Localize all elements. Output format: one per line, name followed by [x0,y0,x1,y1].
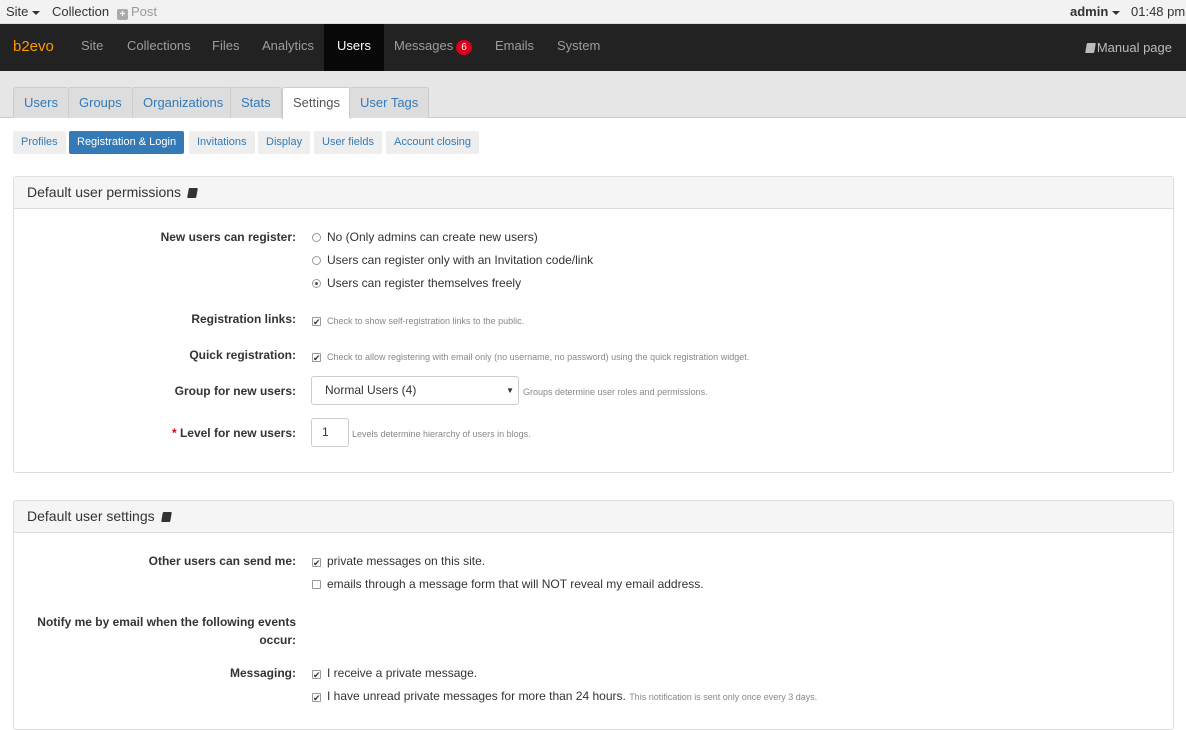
chevron-down-icon [32,10,41,15]
radio-label: No (Only admins can create new users) [327,230,538,244]
level-input[interactable]: 1 [311,418,349,447]
quick-registration-option[interactable]: ✔ Check to allow registering with email o… [312,349,749,363]
register-option-free[interactable]: Users can register themselves freely [312,276,521,290]
tab-user-tags[interactable]: User Tags [349,87,430,118]
notify-label-line1: Notify me by email when the following ev… [37,615,296,629]
subtab-user-fields[interactable]: User fields [314,131,382,154]
default-user-permissions-panel: Default user permissions New users can r… [13,176,1174,473]
nav-system[interactable]: System [544,24,613,71]
option-label: I receive a private message. [327,666,478,680]
nav-files[interactable]: Files [199,24,252,71]
subtab-registration-login[interactable]: Registration & Login [69,131,185,154]
nav-users[interactable]: Users [324,24,384,71]
clock: 01:48 pm [1131,4,1186,19]
private-message-notify-option[interactable]: ✔ I receive a private message. [312,666,477,680]
tab-groups[interactable]: Groups [68,87,133,118]
nav-messages[interactable]: Messages 6 [381,24,485,71]
other-users-send-label: Other users can send me: [148,554,296,568]
book-icon [1084,43,1096,53]
private-messages-option[interactable]: ✔ private messages on this site. [312,554,485,568]
nav-site[interactable]: Site [68,24,116,71]
site-menu[interactable]: Site [6,4,41,19]
subtab-account-closing[interactable]: Account closing [386,131,480,154]
book-icon[interactable] [187,188,198,198]
register-option-invitation[interactable]: Users can register only with an Invitati… [312,253,593,267]
new-users-register-label: New users can register: [160,230,296,244]
notify-label: Notify me by email when the following ev… [37,613,296,649]
option-label: I have unread private messages for more … [327,689,626,703]
register-option-no[interactable]: No (Only admins can create new users) [312,230,538,244]
nav-messages-label: Messages [394,38,454,53]
option-label: private messages on this site. [327,554,486,568]
site-menu-label: Site [6,4,29,19]
quick-registration-label: Quick registration: [189,348,296,362]
option-label: emails through a message form that will … [327,577,704,591]
messaging-label: Messaging: [229,666,296,680]
default-user-settings-panel: Default user settings Other users can se… [13,500,1174,730]
nav-collections[interactable]: Collections [114,24,204,71]
tab-stats[interactable]: Stats [230,87,282,118]
checkbox[interactable] [312,580,321,589]
subtab-invitations[interactable]: Invitations [189,131,255,154]
radio-label: Users can register only with an Invitati… [327,253,594,267]
collection-menu[interactable]: Collection [52,4,109,19]
nav-emails[interactable]: Emails [482,24,547,71]
brand-logo[interactable]: b2evo [13,38,54,55]
radio-button[interactable] [312,233,321,242]
registration-links-option[interactable]: ✔ Check to show self-registration links t… [312,313,524,327]
user-menu-label: admin [1070,4,1109,19]
dropdown-arrow-icon: ▼ [506,386,514,395]
subtab-display[interactable]: Display [258,131,311,154]
checkbox[interactable]: ✔ [312,693,321,703]
tab-organizations[interactable]: Organizations [132,87,235,118]
new-post-label: Post [131,4,158,19]
quick-registration-note: Check to allow registering with email on… [327,352,750,362]
users-tabs: Users Groups Organizations Stats Setting… [0,71,1186,119]
panel-title: Default user settings [14,501,1173,533]
new-post-link[interactable]: + Post [117,4,157,20]
level-label-text: Level for new users: [179,426,296,440]
checkbox[interactable]: ✔ [312,317,321,327]
nav-analytics[interactable]: Analytics [249,24,327,71]
group-select[interactable]: Normal Users (4) ▼ [311,376,519,405]
tab-users[interactable]: Users [13,87,69,118]
level-note: Levels determine hierarchy of users in b… [352,429,531,439]
subtab-profiles[interactable]: Profiles [13,131,66,154]
panel-title-text: Default user permissions [27,184,182,200]
manual-page-label: Manual page [1096,40,1172,55]
main-navbar: b2evo Site Collections Files Analytics U… [0,24,1186,71]
panel-title-text: Default user settings [27,508,155,524]
level-new-users-label: * Level for new users: [172,426,296,440]
notify-label-line2: occur: [259,633,296,647]
tab-settings[interactable]: Settings [282,87,351,119]
radio-button[interactable] [312,279,321,288]
email-form-option[interactable]: emails through a message form that will … [312,577,704,591]
radio-label: Users can register themselves freely [327,276,522,290]
group-note: Groups determine user roles and permissi… [523,387,708,397]
checkbox[interactable]: ✔ [312,670,321,680]
registration-links-label: Registration links: [191,312,296,326]
checkbox[interactable]: ✔ [312,353,321,363]
group-new-users-label: Group for new users: [174,384,296,398]
user-menu[interactable]: admin [1070,4,1121,19]
group-select-value: Normal Users (4) [325,383,417,397]
required-indicator: * [171,426,177,440]
unread-messages-notify-option[interactable]: ✔ I have unread private messages for more… [312,689,817,703]
manual-page-link[interactable]: Manual page [1084,24,1172,71]
messages-count-badge: 6 [456,40,472,55]
unread-messages-note: This notification is sent only once ever… [629,692,818,702]
admin-toolbar: Site Collection + Post admin 01:48 pm [0,0,1186,24]
chevron-down-icon [1112,10,1121,15]
panel-title: Default user permissions [14,177,1173,209]
checkbox[interactable]: ✔ [312,558,321,568]
radio-button[interactable] [312,256,321,265]
plus-icon: + [117,9,128,20]
registration-links-note: Check to show self-registration links to… [327,316,525,326]
book-icon[interactable] [160,512,172,522]
